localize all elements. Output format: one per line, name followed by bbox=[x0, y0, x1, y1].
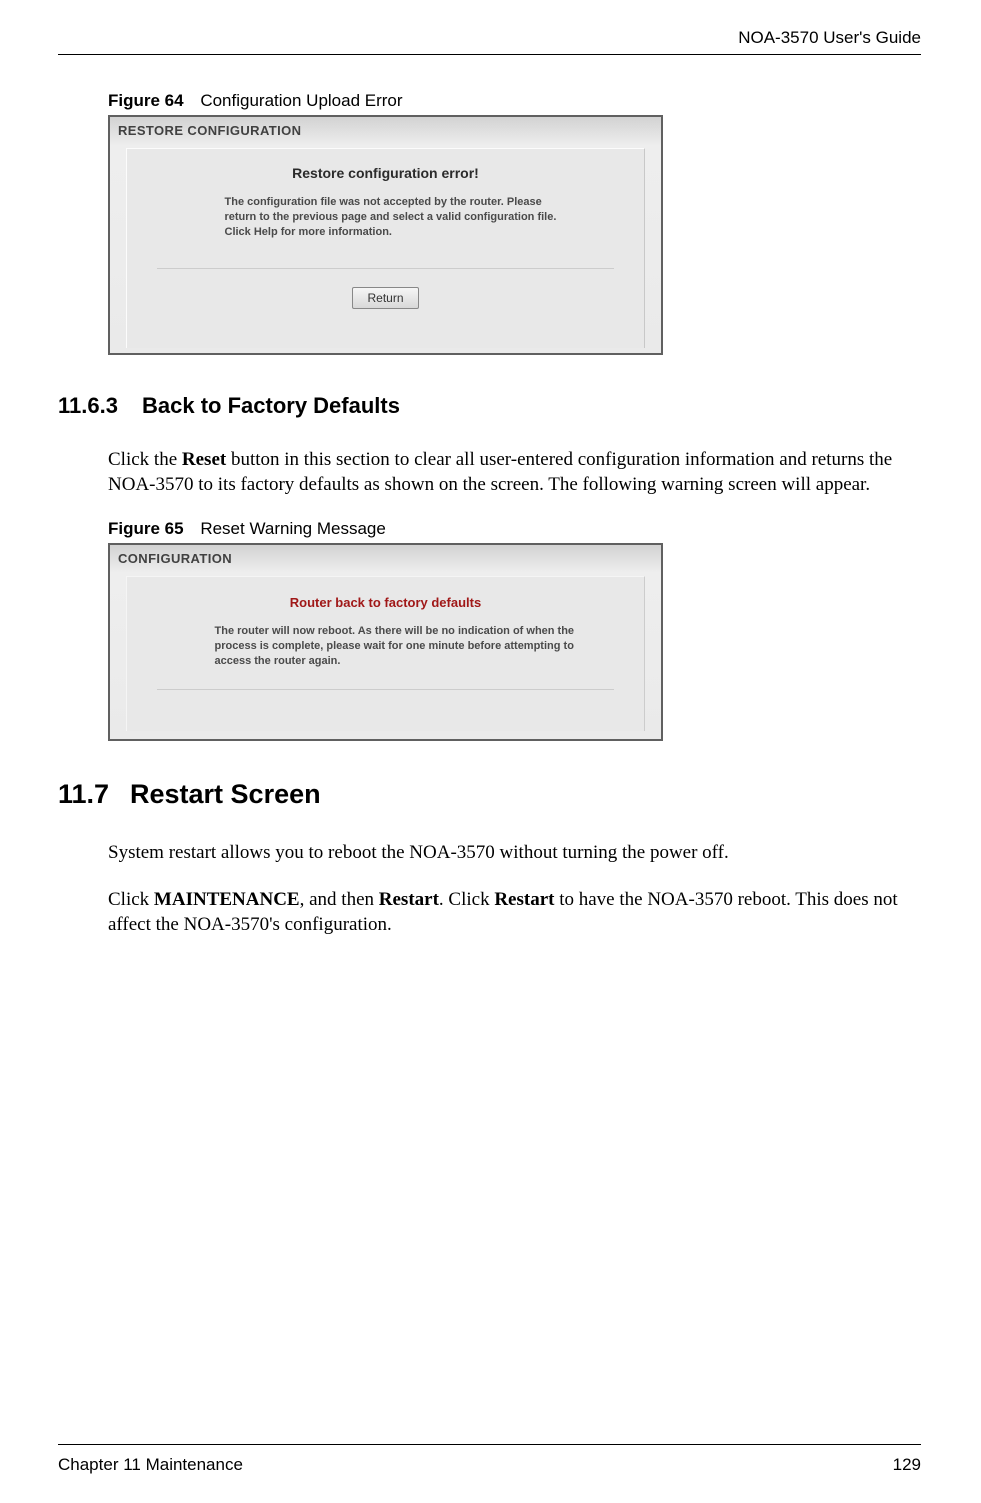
section-11-7-para2: Click MAINTENANCE, and then Restart. Cli… bbox=[108, 887, 921, 937]
section-title: Restart Screen bbox=[130, 779, 321, 809]
factory-defaults-title: Router back to factory defaults bbox=[127, 595, 644, 610]
restore-config-titlebar: RESTORE CONFIGURATION bbox=[110, 117, 661, 148]
section-title: Back to Factory Defaults bbox=[142, 393, 400, 418]
page-header: NOA-3570 User's Guide bbox=[58, 28, 921, 55]
figure-65-caption: Figure 65 Reset Warning Message bbox=[108, 519, 921, 539]
restart-bold: Restart bbox=[379, 889, 439, 910]
figure-label: Figure 65 bbox=[108, 519, 184, 538]
figure-title: Configuration Upload Error bbox=[200, 91, 402, 110]
restore-error-title: Restore configuration error! bbox=[127, 165, 644, 181]
figure-label: Figure 64 bbox=[108, 91, 184, 110]
reset-bold: Reset bbox=[182, 449, 226, 470]
maintenance-bold: MAINTENANCE bbox=[154, 889, 300, 910]
divider bbox=[157, 268, 614, 269]
configuration-panel: Router back to factory defaults The rout… bbox=[126, 576, 645, 731]
factory-defaults-body: The router will now reboot. As there wil… bbox=[191, 624, 581, 669]
restore-error-body: The configuration file was not accepted … bbox=[201, 195, 571, 240]
restore-config-panel: Restore configuration error! The configu… bbox=[126, 148, 645, 348]
restart-bold-2: Restart bbox=[494, 889, 554, 910]
section-number: 11.7 bbox=[58, 779, 130, 810]
divider bbox=[157, 689, 614, 690]
figure-65-screenshot: CONFIGURATION Router back to factory def… bbox=[108, 543, 663, 741]
section-11-6-3-body: Click the Reset button in this section t… bbox=[108, 447, 921, 497]
configuration-titlebar: CONFIGURATION bbox=[110, 545, 661, 576]
figure-title: Reset Warning Message bbox=[200, 519, 386, 538]
page-footer: Chapter 11 Maintenance 129 bbox=[58, 1444, 921, 1475]
section-11-7-para1: System restart allows you to reboot the … bbox=[108, 840, 921, 865]
figure-64-screenshot: RESTORE CONFIGURATION Restore configurat… bbox=[108, 115, 663, 355]
return-button[interactable]: Return bbox=[352, 287, 418, 309]
figure-64-caption: Figure 64 Configuration Upload Error bbox=[108, 91, 921, 111]
page-number: 129 bbox=[893, 1455, 921, 1475]
section-11-6-3-heading: 11.6.3Back to Factory Defaults bbox=[58, 393, 921, 419]
guide-title: NOA-3570 User's Guide bbox=[738, 28, 921, 48]
section-11-7-heading: 11.7Restart Screen bbox=[58, 779, 921, 810]
section-number: 11.6.3 bbox=[58, 393, 142, 419]
chapter-label: Chapter 11 Maintenance bbox=[58, 1455, 243, 1475]
